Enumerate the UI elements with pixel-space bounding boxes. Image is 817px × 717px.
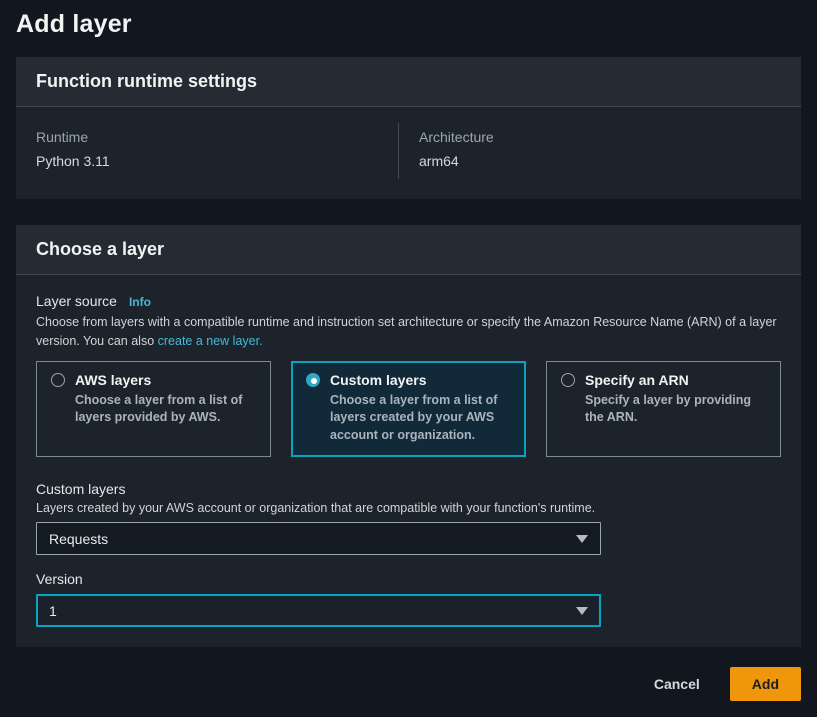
version-selected-value: 1 xyxy=(49,603,57,619)
option-title-row: AWS layers xyxy=(51,372,256,388)
architecture-column: Architecture arm64 xyxy=(398,123,781,179)
info-link[interactable]: Info xyxy=(129,295,151,309)
function-runtime-settings-panel: Function runtime settings Runtime Python… xyxy=(16,57,801,199)
version-field: Version 1 xyxy=(36,571,781,627)
runtime-panel-title: Function runtime settings xyxy=(36,71,781,92)
option-card-specify-arn[interactable]: Specify an ARN Specify a layer by provid… xyxy=(546,361,781,458)
choose-layer-panel-body: Layer source Info Choose from layers wit… xyxy=(16,275,801,647)
runtime-columns: Runtime Python 3.11 Architecture arm64 xyxy=(36,123,781,179)
add-layer-page: Add layer Function runtime settings Runt… xyxy=(0,0,817,717)
option-card-aws-layers[interactable]: AWS layers Choose a layer from a list of… xyxy=(36,361,271,458)
choose-layer-panel-title: Choose a layer xyxy=(36,239,781,260)
footer-actions: Cancel Add xyxy=(16,647,801,701)
option-card-custom-layers[interactable]: Custom layers Choose a layer from a list… xyxy=(291,361,526,458)
runtime-column: Runtime Python 3.11 xyxy=(36,123,398,179)
option-title: Custom layers xyxy=(330,372,426,388)
runtime-panel-header: Function runtime settings xyxy=(16,57,801,107)
add-button[interactable]: Add xyxy=(730,667,801,701)
custom-layers-hint: Layers created by your AWS account or or… xyxy=(36,501,781,515)
page-title: Add layer xyxy=(16,8,801,57)
layer-source-label: Layer source xyxy=(36,293,117,309)
layer-source-description-text: Choose from layers with a compatible run… xyxy=(36,315,777,348)
radio-button-icon[interactable] xyxy=(51,373,65,387)
version-label: Version xyxy=(36,571,781,587)
option-title-row: Specify an ARN xyxy=(561,372,766,388)
runtime-label: Runtime xyxy=(36,129,398,145)
option-description: Specify a layer by providing the ARN. xyxy=(585,392,766,427)
layer-source-row: Layer source Info xyxy=(36,293,781,309)
create-new-layer-link[interactable]: create a new layer. xyxy=(158,334,263,348)
option-title: Specify an ARN xyxy=(585,372,689,388)
custom-layers-select[interactable]: Requests xyxy=(36,522,601,555)
architecture-value: arm64 xyxy=(419,153,781,169)
option-description: Choose a layer from a list of layers pro… xyxy=(75,392,256,427)
architecture-label: Architecture xyxy=(419,129,781,145)
choose-a-layer-panel: Choose a layer Layer source Info Choose … xyxy=(16,225,801,647)
option-title: AWS layers xyxy=(75,372,151,388)
version-select[interactable]: 1 xyxy=(36,594,601,627)
custom-layers-field: Custom layers Layers created by your AWS… xyxy=(36,481,781,555)
custom-layers-selected-value: Requests xyxy=(49,531,108,547)
caret-down-icon xyxy=(576,607,588,615)
layer-source-description: Choose from layers with a compatible run… xyxy=(36,313,781,351)
choose-layer-panel-header: Choose a layer xyxy=(16,225,801,275)
radio-button-icon[interactable] xyxy=(561,373,575,387)
option-description: Choose a layer from a list of layers cre… xyxy=(330,392,511,445)
runtime-value: Python 3.11 xyxy=(36,153,398,169)
runtime-panel-body: Runtime Python 3.11 Architecture arm64 xyxy=(16,107,801,199)
caret-down-icon xyxy=(576,535,588,543)
radio-button-checked-icon[interactable] xyxy=(306,373,320,387)
custom-layers-label: Custom layers xyxy=(36,481,781,497)
layer-source-options: AWS layers Choose a layer from a list of… xyxy=(36,361,781,458)
option-title-row: Custom layers xyxy=(306,372,511,388)
